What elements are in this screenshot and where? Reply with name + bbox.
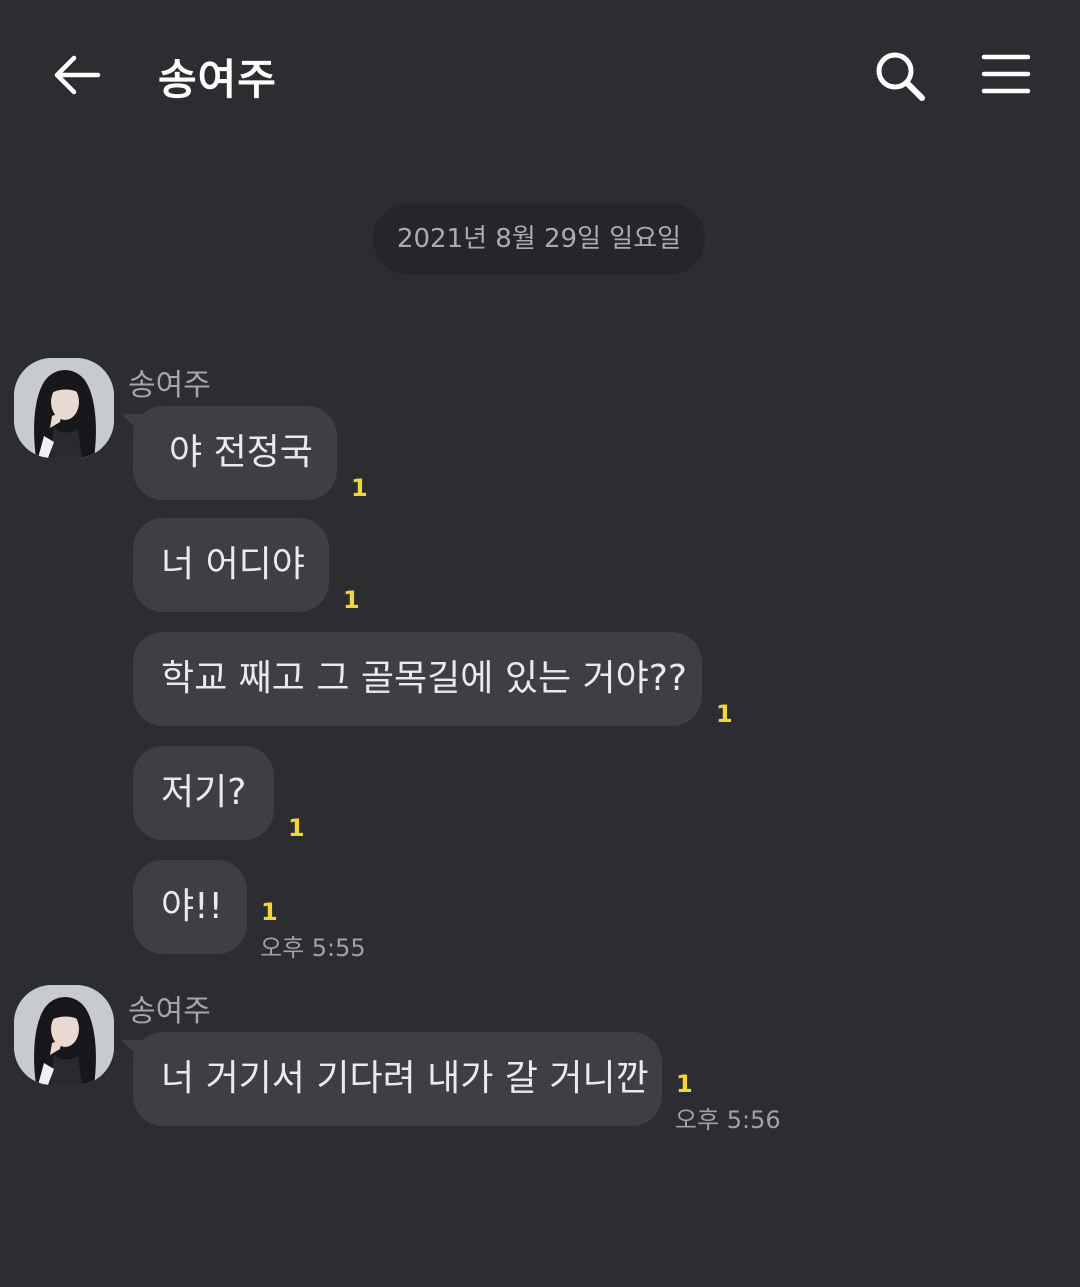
message-bubble[interactable]: 너 거기서 기다려 내가 갈 거니깐 [133,1032,662,1126]
unread-count: 1 [261,898,278,926]
message-time: 오후 5:55 [260,934,366,962]
message-text: 저기? [161,772,247,813]
unread-count: 1 [676,1070,693,1098]
sender-name: 송여주 [128,368,211,403]
unread-count: 1 [288,814,305,842]
profile-photo [14,358,114,458]
date-divider: 2021년 8월 29일 일요일 [373,203,705,275]
message-text: 너 어디야 [161,544,305,585]
message-text: 야 전정국 [169,432,313,473]
message-text: 학교 째고 그 골목길에 있는 거야?? [161,658,687,699]
unread-count: 1 [343,586,360,614]
back-button[interactable] [50,50,104,100]
menu-button[interactable] [980,52,1032,96]
message-bubble[interactable]: 저기? [133,746,274,840]
message-bubble[interactable]: 학교 째고 그 골목길에 있는 거야?? [133,632,702,726]
message-text: 야!! [161,886,223,927]
message-bubble[interactable]: 야!! [133,860,247,954]
unread-count: 1 [351,474,368,502]
search-button[interactable] [872,48,928,104]
message-bubble[interactable]: 너 어디야 [133,518,329,612]
message-bubble[interactable]: 야 전정국 [133,406,337,500]
chat-title: 송여주 [158,55,277,104]
menu-icon [981,54,1031,94]
arrow-left-icon [54,55,101,95]
message-time: 오후 5:56 [675,1106,781,1134]
chat-header: 송여주 [0,0,1080,150]
message-text: 너 거기서 기다려 내가 갈 거니깐 [161,1058,649,1099]
unread-count: 1 [716,700,733,728]
avatar[interactable] [14,358,114,458]
avatar[interactable] [14,985,114,1085]
sender-name: 송여주 [128,994,211,1029]
search-icon [876,52,925,101]
profile-photo [14,985,114,1085]
